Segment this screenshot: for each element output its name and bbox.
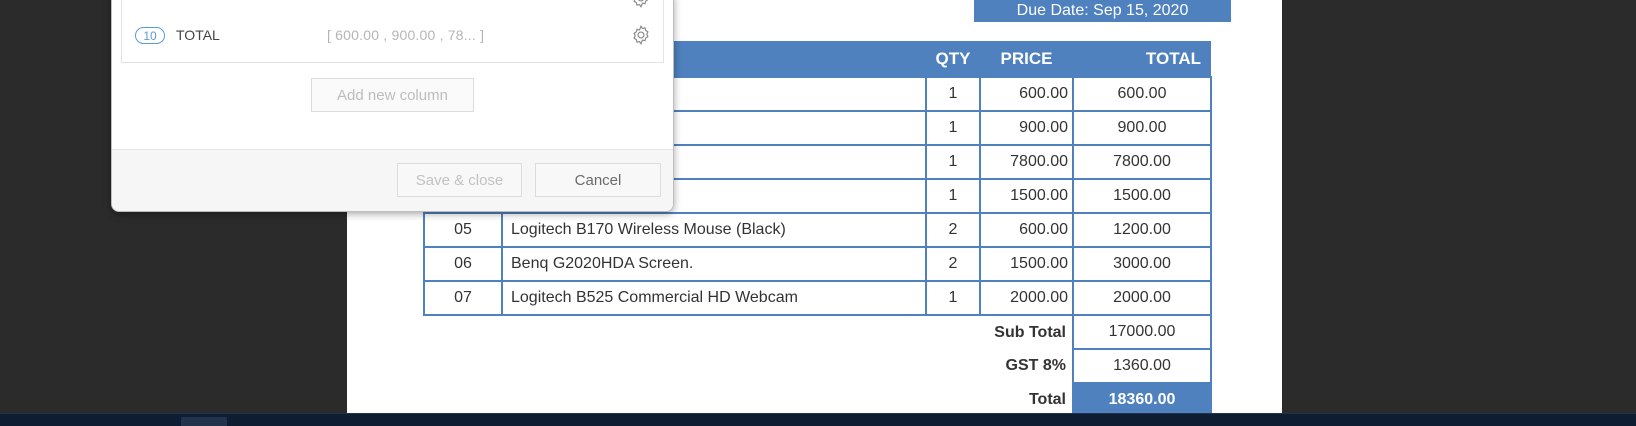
gst-value: 1360.00	[1072, 348, 1212, 384]
subtotal-label: Sub Total	[994, 323, 1066, 341]
column-row[interactable]: 10 TOTAL [ 600.00 , 900.00 , 78... ]	[135, 24, 652, 51]
column-name: TOTAL	[176, 27, 220, 43]
table-row: 07 Logitech B525 Commercial HD Webcam 1 …	[423, 280, 1212, 316]
row-price: 600.00	[979, 212, 1074, 248]
row-total: 900.00	[1072, 110, 1212, 146]
table-row: 06 Benq G2020HDA Screen. 2 1500.00 3000.…	[423, 246, 1212, 282]
row-description: Benq G2020HDA Screen.	[501, 246, 927, 282]
row-description: Logitech B170 Wireless Mouse (Black)	[501, 212, 927, 248]
row-qty: 1	[925, 280, 981, 316]
row-qty: 1	[925, 178, 981, 214]
column-values-preview: [ 600.00 , 900.00 , 78... ]	[327, 27, 485, 43]
column-list-panel: 10 TOTAL [ 600.00 , 900.00 , 78... ]	[121, 0, 664, 63]
header-total: TOTAL	[1073, 41, 1211, 77]
gst-label: GST 8%	[1005, 357, 1066, 374]
row-number: 05	[423, 212, 503, 248]
subtotal-value: 17000.00	[1072, 314, 1212, 350]
grand-total-label: Total	[1028, 391, 1066, 408]
row-price: 1500.00	[979, 178, 1074, 214]
save-close-button[interactable]: Save & close	[397, 163, 522, 197]
taskbar	[0, 413, 1636, 426]
grand-total-value: 18360.00	[1072, 382, 1212, 418]
gst-row: GST 8% 1360.00	[424, 348, 1212, 384]
row-number: 06	[423, 246, 503, 282]
add-new-column-button[interactable]: Add new column	[311, 78, 474, 112]
row-total: 1200.00	[1072, 212, 1212, 248]
column-settings-dialog: 10 TOTAL [ 600.00 , 900.00 , 78... ] Add…	[111, 0, 674, 212]
subtotal-row: Sub Total 17000.00	[424, 314, 1212, 350]
row-total: 3000.00	[1072, 246, 1212, 282]
row-description: Logitech B525 Commercial HD Webcam	[501, 280, 927, 316]
grand-total-row: Total 18360.00	[424, 382, 1212, 418]
row-price: 2000.00	[979, 280, 1074, 316]
due-date-banner: Due Date: Sep 15, 2020	[974, 0, 1231, 22]
table-row: 05 Logitech B170 Wireless Mouse (Black) …	[423, 212, 1212, 248]
gear-icon[interactable]	[630, 0, 652, 9]
row-price: 600.00	[979, 76, 1074, 112]
row-qty: 2	[925, 212, 981, 248]
column-row[interactable]	[135, 0, 650, 8]
row-total: 7800.00	[1072, 144, 1212, 180]
gear-icon[interactable]	[630, 24, 652, 46]
row-price: 900.00	[979, 110, 1074, 146]
row-total: 2000.00	[1072, 280, 1212, 316]
row-number: 07	[423, 280, 503, 316]
row-qty: 1	[925, 144, 981, 180]
dialog-footer: Save & close Cancel	[112, 149, 673, 211]
row-price: 1500.00	[979, 246, 1074, 282]
header-price: PRICE	[980, 41, 1073, 77]
cancel-button[interactable]: Cancel	[535, 163, 661, 197]
row-price: 7800.00	[979, 144, 1074, 180]
row-qty: 1	[925, 76, 981, 112]
column-number-badge: 10	[135, 27, 165, 44]
header-qty: QTY	[926, 41, 980, 77]
row-total: 1500.00	[1072, 178, 1212, 214]
row-total: 600.00	[1072, 76, 1212, 112]
row-qty: 1	[925, 110, 981, 146]
row-qty: 2	[925, 246, 981, 282]
